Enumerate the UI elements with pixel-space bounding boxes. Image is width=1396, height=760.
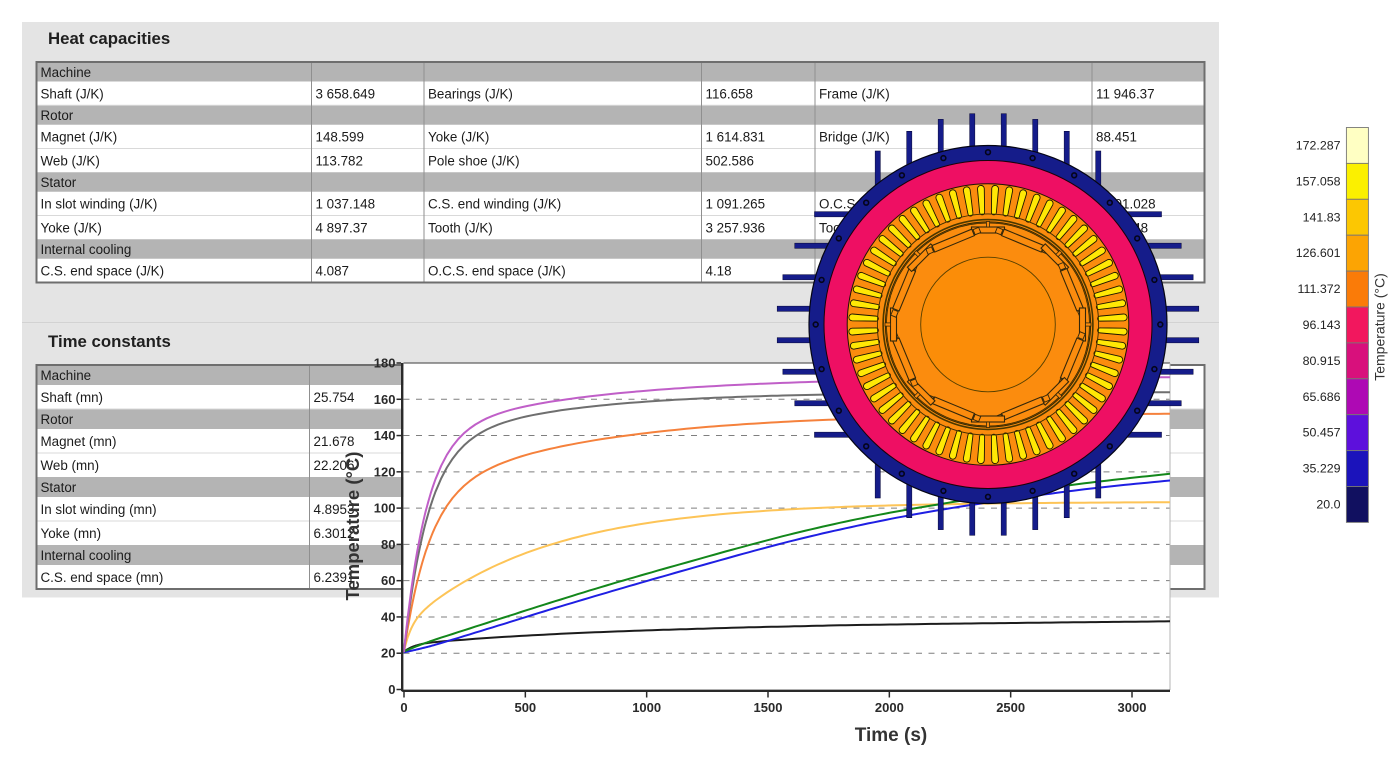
svg-text:80.915: 80.915	[1303, 354, 1341, 368]
svg-text:Heat capacities: Heat capacities	[48, 29, 170, 48]
svg-text:3 658.649: 3 658.649	[316, 86, 376, 101]
svg-text:Bridge (J/K): Bridge (J/K)	[819, 130, 890, 145]
svg-text:Yoke (J/K): Yoke (J/K)	[428, 130, 489, 145]
svg-text:100: 100	[374, 501, 396, 516]
svg-text:Temperature (°C): Temperature (°C)	[1372, 273, 1388, 381]
svg-text:116.658: 116.658	[706, 86, 753, 101]
svg-text:4.18: 4.18	[706, 264, 732, 279]
svg-text:126.601: 126.601	[1296, 246, 1341, 260]
svg-text:157.058: 157.058	[1296, 174, 1341, 188]
svg-text:C.S. end winding (J/K): C.S. end winding (J/K)	[428, 197, 561, 212]
svg-text:20: 20	[381, 646, 395, 661]
svg-text:Bearings (J/K): Bearings (J/K)	[428, 86, 513, 101]
svg-text:Time constants: Time constants	[48, 332, 171, 351]
svg-text:50.457: 50.457	[1303, 426, 1341, 440]
svg-text:40: 40	[381, 609, 395, 624]
svg-text:96.143: 96.143	[1303, 318, 1341, 332]
svg-text:500: 500	[514, 700, 536, 715]
svg-text:25.754: 25.754	[314, 390, 356, 405]
svg-text:Yoke (J/K): Yoke (J/K)	[41, 220, 102, 235]
svg-text:35.229: 35.229	[1303, 462, 1341, 476]
svg-text:20.0: 20.0	[1316, 497, 1340, 511]
svg-text:0: 0	[400, 700, 407, 715]
svg-text:Machine: Machine	[41, 368, 92, 383]
svg-text:160: 160	[374, 392, 396, 407]
svg-text:Internal cooling: Internal cooling	[41, 548, 132, 563]
svg-text:113.782: 113.782	[316, 153, 363, 168]
svg-text:60: 60	[381, 573, 395, 588]
svg-text:111.372: 111.372	[1298, 282, 1341, 296]
svg-text:141.83: 141.83	[1303, 210, 1341, 224]
svg-text:Internal cooling: Internal cooling	[41, 242, 132, 257]
svg-text:3 257.936: 3 257.936	[706, 220, 766, 235]
svg-text:0: 0	[388, 682, 395, 697]
svg-text:1 091.265: 1 091.265	[706, 197, 766, 212]
svg-text:148.599: 148.599	[316, 130, 364, 145]
svg-text:Rotor: Rotor	[41, 108, 74, 123]
svg-text:88.451: 88.451	[1096, 130, 1137, 145]
svg-text:140: 140	[374, 428, 396, 443]
svg-text:Pole shoe (J/K): Pole shoe (J/K)	[428, 153, 520, 168]
svg-text:C.S. end space (mn): C.S. end space (mn)	[41, 570, 164, 585]
svg-text:Temperature (°C): Temperature (°C)	[342, 452, 363, 601]
svg-text:172.287: 172.287	[1296, 138, 1341, 152]
svg-text:4.087: 4.087	[316, 264, 350, 279]
svg-text:1000: 1000	[632, 700, 661, 715]
svg-text:1500: 1500	[754, 700, 783, 715]
svg-text:Stator: Stator	[41, 175, 77, 190]
svg-text:Shaft (mn): Shaft (mn)	[41, 390, 104, 405]
svg-text:Frame (J/K): Frame (J/K)	[819, 86, 890, 101]
svg-text:180: 180	[374, 356, 396, 371]
svg-text:Web (J/K): Web (J/K)	[41, 153, 100, 168]
svg-text:Shaft (J/K): Shaft (J/K)	[41, 86, 104, 101]
svg-text:21.678: 21.678	[314, 434, 355, 449]
svg-text:Magnet (mn): Magnet (mn)	[41, 434, 117, 449]
svg-text:Tooth (J/K): Tooth (J/K)	[428, 220, 493, 235]
svg-text:O.C.S. end space (J/K): O.C.S. end space (J/K)	[428, 264, 566, 279]
svg-text:65.686: 65.686	[1303, 390, 1341, 404]
svg-text:120: 120	[374, 464, 396, 479]
svg-text:502.586: 502.586	[706, 153, 754, 168]
svg-text:1 614.831: 1 614.831	[706, 130, 766, 145]
svg-text:In slot winding (mn): In slot winding (mn)	[41, 502, 157, 517]
svg-text:Yoke (mn): Yoke (mn)	[41, 526, 102, 541]
svg-text:2000: 2000	[875, 700, 904, 715]
svg-text:Magnet (J/K): Magnet (J/K)	[41, 130, 118, 145]
svg-text:80: 80	[381, 537, 395, 552]
svg-text:11 946.37: 11 946.37	[1096, 86, 1155, 101]
svg-text:2500: 2500	[996, 700, 1025, 715]
svg-text:4 897.37: 4 897.37	[316, 220, 368, 235]
svg-text:Time (s): Time (s)	[855, 725, 928, 746]
svg-text:In slot winding (J/K): In slot winding (J/K)	[41, 197, 158, 212]
svg-text:Machine: Machine	[41, 65, 92, 80]
svg-text:1 037.148: 1 037.148	[316, 197, 376, 212]
svg-text:Stator: Stator	[41, 480, 77, 495]
svg-text:Web (mn): Web (mn)	[41, 458, 100, 473]
svg-text:Rotor: Rotor	[41, 412, 74, 427]
svg-text:C.S. end space (J/K): C.S. end space (J/K)	[41, 264, 165, 279]
svg-text:3000: 3000	[1118, 700, 1147, 715]
